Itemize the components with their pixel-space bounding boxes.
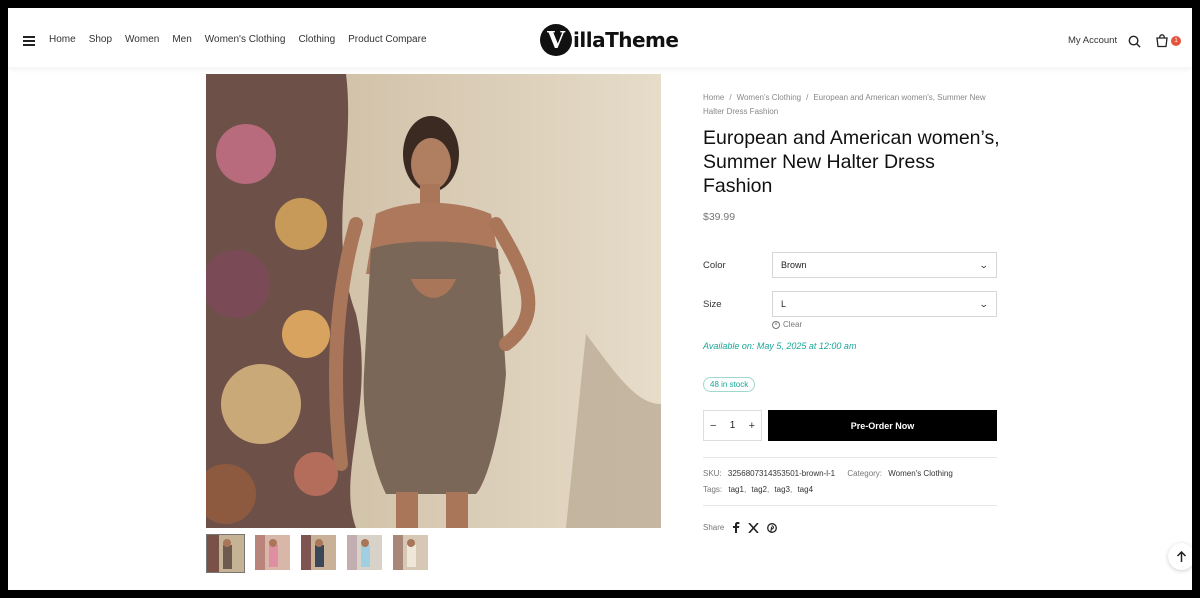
site-header: Home Shop Women Men Women's Clothing Clo…: [8, 8, 1192, 67]
nav-clothing[interactable]: Clothing: [298, 34, 335, 45]
tag-link[interactable]: tag2: [751, 485, 767, 494]
product-meta-sku: SKU: 3256807314353501-brown-l-1 Category…: [703, 469, 953, 478]
menu-icon[interactable]: [23, 36, 35, 46]
breadcrumb-category[interactable]: Women's Clothing: [737, 93, 802, 102]
nav-men[interactable]: Men: [172, 34, 191, 45]
sku-value: 3256807314353501-brown-l-1: [727, 469, 836, 478]
logo-text: illaTheme: [573, 28, 679, 52]
stock-badge: 48 in stock: [703, 377, 756, 392]
share-label: Share: [703, 523, 725, 532]
pinterest-icon[interactable]: [767, 522, 778, 533]
scroll-to-top-button[interactable]: [1168, 543, 1192, 570]
x-twitter-icon[interactable]: [748, 522, 759, 533]
tag-link[interactable]: tag3: [774, 485, 790, 494]
nav-shop[interactable]: Shop: [89, 34, 112, 45]
nav-home[interactable]: Home: [49, 34, 76, 45]
increase-quantity-button[interactable]: +: [749, 420, 755, 432]
color-select[interactable]: Brown ⌄: [772, 252, 997, 278]
product-price: $39.99: [703, 211, 736, 223]
tags-label: Tags:: [703, 485, 723, 494]
logo-mark: V: [540, 24, 572, 56]
product-meta-tags: Tags: tag1, tag2, tag3, tag4: [703, 485, 814, 494]
breadcrumb: Home / Women's Clothing / European and Ameri…: [703, 91, 1003, 119]
quantity-stepper: − 1 +: [703, 410, 762, 441]
thumbnail-strip: [206, 534, 429, 573]
nav-women[interactable]: Women: [125, 34, 159, 45]
site-logo[interactable]: V illaTheme: [540, 24, 679, 56]
size-label: Size: [703, 299, 722, 310]
clear-selection-button[interactable]: × Clear: [772, 320, 802, 329]
breadcrumb-separator: /: [806, 93, 809, 102]
thumbnail-5[interactable]: [392, 534, 429, 571]
arrow-up-icon: [1176, 550, 1187, 562]
tag-link[interactable]: tag1: [728, 485, 744, 494]
thumbnail-3[interactable]: [300, 534, 337, 571]
chevron-down-icon: ⌄: [979, 298, 990, 309]
color-select-value: Brown: [781, 260, 807, 270]
facebook-icon[interactable]: [732, 522, 740, 533]
thumbnail-2[interactable]: [254, 534, 291, 571]
chevron-down-icon: ⌄: [979, 259, 990, 270]
quantity-value[interactable]: 1: [730, 420, 736, 431]
divider: [703, 457, 997, 458]
product-main-image[interactable]: [206, 74, 661, 528]
category-link[interactable]: Women's Clothing: [888, 469, 953, 478]
availability-date: Available on: May 5, 2025 at 12:00 am: [703, 341, 857, 351]
category-label: Category:: [847, 469, 883, 478]
nav-womens-clothing[interactable]: Women's Clothing: [205, 34, 286, 45]
page-frame: Home Shop Women Men Women's Clothing Clo…: [8, 8, 1192, 590]
cart-count-badge: 1: [1171, 36, 1181, 46]
main-nav: Home Shop Women Men Women's Clothing Clo…: [49, 34, 440, 45]
tag-link[interactable]: tag4: [797, 485, 813, 494]
product-title: European and American women’s, Summer Ne…: [703, 127, 1000, 197]
share-row: Share: [703, 522, 778, 533]
pre-order-button[interactable]: Pre-Order Now: [768, 410, 997, 441]
close-circle-icon: ×: [772, 320, 780, 329]
my-account-link[interactable]: My Account: [1068, 35, 1117, 46]
breadcrumb-home[interactable]: Home: [703, 93, 724, 102]
size-select-value: L: [781, 299, 787, 309]
cart-icon[interactable]: [1155, 34, 1169, 48]
thumbnail-4[interactable]: [346, 534, 383, 571]
divider: [703, 505, 997, 506]
decrease-quantity-button[interactable]: −: [710, 420, 716, 432]
sku-label: SKU:: [703, 469, 722, 478]
thumbnail-1[interactable]: [206, 534, 245, 573]
clear-label: Clear: [783, 320, 803, 329]
nav-product-compare[interactable]: Product Compare: [348, 34, 426, 45]
size-select[interactable]: L ⌄: [772, 291, 997, 317]
breadcrumb-separator: /: [729, 93, 732, 102]
color-label: Color: [703, 260, 726, 271]
search-icon[interactable]: [1128, 35, 1141, 48]
